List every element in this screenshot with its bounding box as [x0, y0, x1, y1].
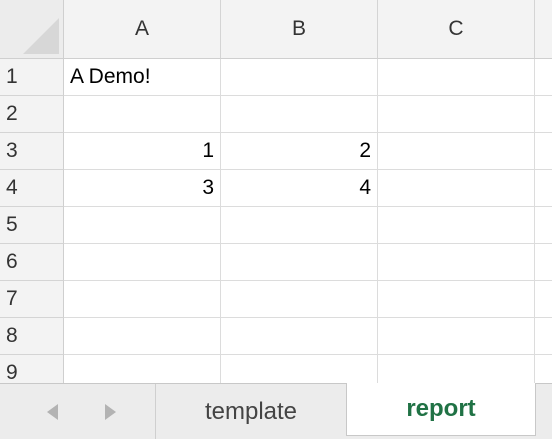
cell-d7[interactable]: [535, 281, 552, 318]
cell-b2[interactable]: [221, 96, 378, 133]
cell-d6[interactable]: [535, 244, 552, 281]
cell-c4[interactable]: [378, 170, 535, 207]
cell-d4[interactable]: [535, 170, 552, 207]
cell-d5[interactable]: [535, 207, 552, 244]
cell-a7[interactable]: [64, 281, 221, 318]
cell-b1[interactable]: [221, 59, 378, 96]
column-header-c[interactable]: C: [378, 0, 535, 59]
cell-a3[interactable]: 1: [64, 133, 221, 170]
cell-b8[interactable]: [221, 318, 378, 355]
cell-c6[interactable]: [378, 244, 535, 281]
cell-b6[interactable]: [221, 244, 378, 281]
column-header-b[interactable]: B: [221, 0, 378, 59]
row-header-8[interactable]: 8: [0, 318, 64, 355]
cell-c1[interactable]: [378, 59, 535, 96]
cell-d8[interactable]: [535, 318, 552, 355]
select-all-corner[interactable]: [0, 0, 64, 59]
cell-a4[interactable]: 3: [64, 170, 221, 207]
row-header-3[interactable]: 3: [0, 133, 64, 170]
cell-c7[interactable]: [378, 281, 535, 318]
sheet-tab-template[interactable]: template: [156, 384, 346, 439]
cell-a2[interactable]: [64, 96, 221, 133]
row-header-2[interactable]: 2: [0, 96, 64, 133]
cell-c2[interactable]: [378, 96, 535, 133]
cell-a1[interactable]: A Demo!: [64, 59, 221, 96]
cell-c5[interactable]: [378, 207, 535, 244]
triangle-left-icon: [47, 403, 58, 420]
row-header-9[interactable]: 9: [0, 355, 64, 383]
prev-sheet-button[interactable]: [28, 384, 78, 439]
column-header-d-partial[interactable]: [535, 0, 552, 59]
select-all-triangle-icon: [23, 18, 59, 54]
cell-d1[interactable]: [535, 59, 552, 96]
column-header-a[interactable]: A: [64, 0, 221, 59]
cell-c8[interactable]: [378, 318, 535, 355]
cell-b4[interactable]: 4: [221, 170, 378, 207]
row-header-7[interactable]: 7: [0, 281, 64, 318]
row-header-5[interactable]: 5: [0, 207, 64, 244]
cell-b3[interactable]: 2: [221, 133, 378, 170]
cell-a6[interactable]: [64, 244, 221, 281]
row-header-4[interactable]: 4: [0, 170, 64, 207]
row-header-1[interactable]: 1: [0, 59, 64, 96]
cell-c9[interactable]: [378, 355, 535, 383]
cell-d3[interactable]: [535, 133, 552, 170]
cell-a8[interactable]: [64, 318, 221, 355]
cell-a5[interactable]: [64, 207, 221, 244]
triangle-right-icon: [105, 403, 116, 420]
sheet-tab-report[interactable]: report: [346, 383, 536, 436]
sheet-tab-bar: template report: [0, 383, 552, 439]
cell-d9[interactable]: [535, 355, 552, 383]
cell-b7[interactable]: [221, 281, 378, 318]
row-header-6[interactable]: 6: [0, 244, 64, 281]
cell-b5[interactable]: [221, 207, 378, 244]
cell-d2[interactable]: [535, 96, 552, 133]
cell-c3[interactable]: [378, 133, 535, 170]
cell-a9[interactable]: [64, 355, 221, 383]
spreadsheet-grid: A B C 1 2 3 4 5 6 7 8 9 A Demo! 1 2 3 4: [0, 0, 552, 383]
next-sheet-button[interactable]: [85, 384, 135, 439]
cell-b9[interactable]: [221, 355, 378, 383]
